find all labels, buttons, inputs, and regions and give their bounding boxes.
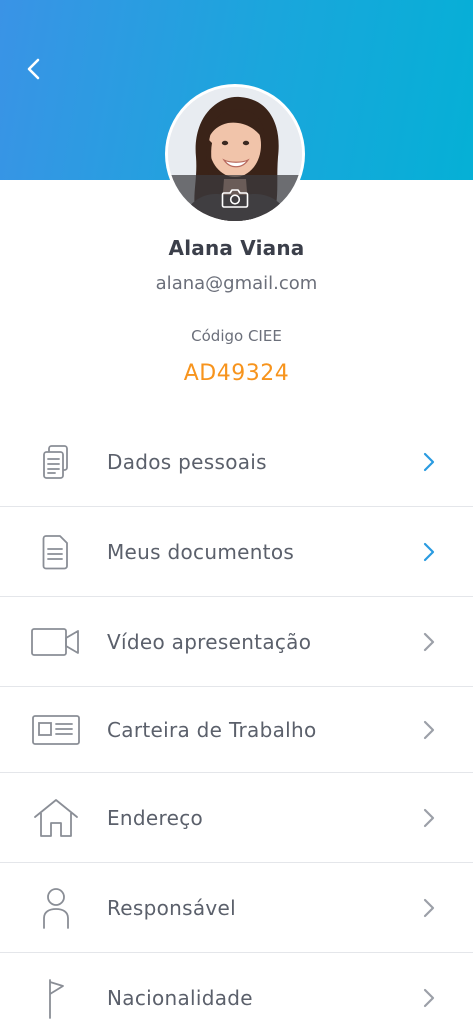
profile-menu: Dados pessoais Meus documentos Vídeo apr…: [0, 417, 473, 1024]
avatar[interactable]: [165, 84, 305, 224]
flag-icon: [30, 975, 82, 1021]
home-icon: [30, 795, 82, 841]
id-card-icon: [30, 707, 82, 753]
menu-item-endereco[interactable]: Endereço: [0, 773, 473, 863]
menu-item-label: Endereço: [107, 805, 204, 830]
profile-email: alana@gmail.com: [155, 273, 318, 294]
video-camera-icon: [30, 619, 82, 665]
code-value: AD49324: [183, 361, 290, 386]
chevron-left-icon: [27, 58, 40, 80]
menu-item-dados-pessoais[interactable]: Dados pessoais: [0, 417, 473, 507]
profile-name: Alana Viana: [168, 236, 305, 260]
menu-item-responsavel[interactable]: Responsável: [0, 863, 473, 953]
chevron-right-icon: [421, 806, 437, 830]
menu-item-video-apresentacao[interactable]: Vídeo apresentação: [0, 597, 473, 687]
personal-data-icon: [30, 439, 82, 485]
change-photo-button[interactable]: [168, 175, 302, 221]
menu-item-label: Carteira de Trabalho: [107, 717, 317, 742]
document-icon: [30, 529, 82, 575]
menu-item-carteira-de-trabalho[interactable]: Carteira de Trabalho: [0, 687, 473, 773]
chevron-right-icon: [421, 450, 437, 474]
chevron-right-icon: [421, 896, 437, 920]
menu-item-label: Responsável: [107, 895, 237, 920]
code-label: Código CIEE: [191, 327, 282, 345]
chevron-right-icon: [421, 718, 437, 742]
user-icon: [30, 885, 82, 931]
menu-item-label: Nacionalidade: [107, 985, 253, 1010]
chevron-right-icon: [421, 630, 437, 654]
menu-item-label: Dados pessoais: [107, 449, 267, 474]
camera-icon: [221, 189, 249, 208]
menu-item-label: Meus documentos: [107, 539, 295, 564]
chevron-right-icon: [421, 986, 437, 1010]
menu-item-label: Vídeo apresentação: [107, 629, 312, 654]
back-button[interactable]: [18, 52, 50, 86]
menu-item-nacionalidade[interactable]: Nacionalidade: [0, 953, 473, 1024]
chevron-right-icon: [421, 540, 437, 564]
menu-item-meus-documentos[interactable]: Meus documentos: [0, 507, 473, 597]
avatar-photo: [168, 87, 302, 221]
